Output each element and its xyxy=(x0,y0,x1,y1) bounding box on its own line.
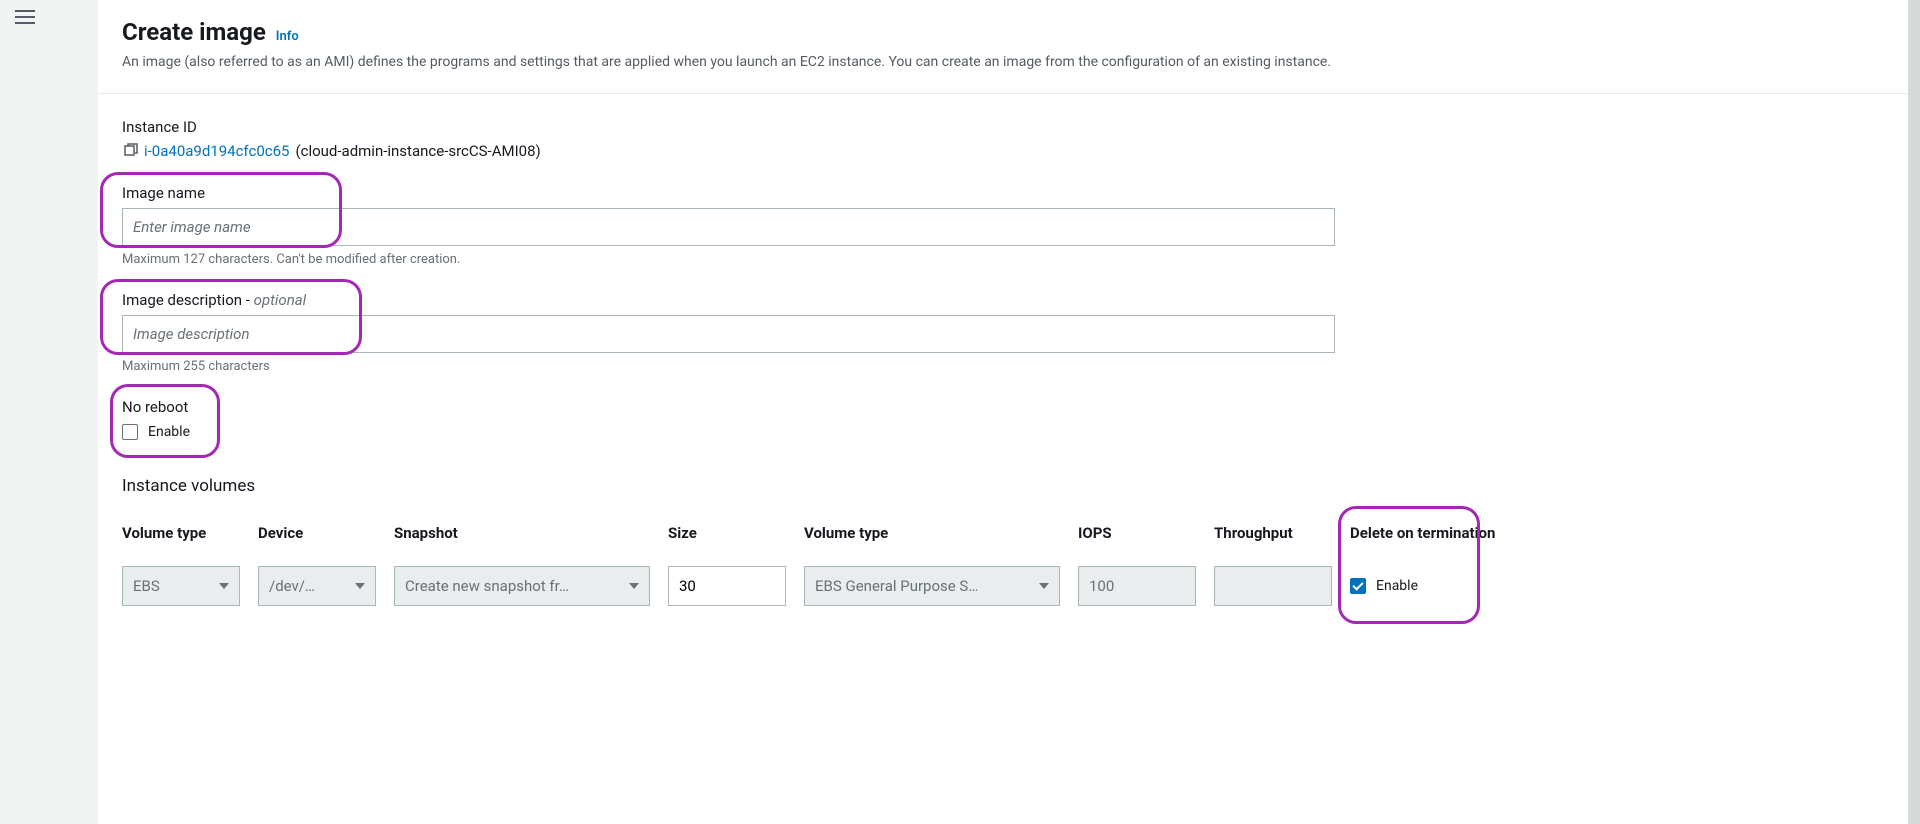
no-reboot-checkbox[interactable] xyxy=(122,424,138,440)
image-description-group: Image description - optional Maximum 255… xyxy=(122,291,1884,374)
copy-icon[interactable] xyxy=(122,143,138,159)
row-throughput-value xyxy=(1214,566,1332,606)
instance-id-group: Instance ID i-0a40a9d194cfc0c65 (cloud-a… xyxy=(122,118,1884,160)
row-delete-on-termination[interactable]: Enable xyxy=(1350,566,1500,606)
caret-down-icon xyxy=(355,583,365,589)
row-volume-type-1-select: EBS xyxy=(122,566,240,606)
row-device-select: /dev/… xyxy=(258,566,376,606)
instance-id-link[interactable]: i-0a40a9d194cfc0c65 xyxy=(144,142,289,160)
col-iops: IOPS xyxy=(1078,524,1196,544)
image-name-label: Image name xyxy=(122,184,1884,202)
no-reboot-group: No reboot Enable xyxy=(122,398,1884,440)
row-snapshot-select: Create new snapshot fr… xyxy=(394,566,650,606)
delete-on-term-label: Enable xyxy=(1376,578,1418,594)
caret-down-icon xyxy=(629,583,639,589)
page-subtitle: An image (also referred to as an AMI) de… xyxy=(122,52,1884,73)
image-name-helper: Maximum 127 characters. Can't be modifie… xyxy=(122,252,1884,267)
image-name-group: Image name Maximum 127 characters. Can't… xyxy=(122,184,1884,267)
col-device: Device xyxy=(258,524,376,544)
page-title: Create image xyxy=(122,18,266,46)
image-description-label: Image description - optional xyxy=(122,291,1884,309)
delete-on-term-checkbox[interactable] xyxy=(1350,578,1366,594)
image-description-helper: Maximum 255 characters xyxy=(122,359,1884,374)
col-volume-type-2: Volume type xyxy=(804,524,1060,544)
no-reboot-label: No reboot xyxy=(122,398,1884,416)
image-name-input[interactable] xyxy=(122,208,1335,246)
instance-name-suffix: (cloud-admin-instance-srcCS-AMI08) xyxy=(295,142,540,160)
info-link[interactable]: Info xyxy=(276,29,299,44)
menu-toggle-icon[interactable] xyxy=(15,5,39,29)
image-description-input[interactable] xyxy=(122,315,1335,353)
col-volume-type-1: Volume type xyxy=(122,524,240,544)
no-reboot-checkbox-label: Enable xyxy=(148,424,190,440)
row-volume-type-2-select: EBS General Purpose S… xyxy=(804,566,1060,606)
instance-volumes-title: Instance volumes xyxy=(122,476,1884,496)
scrollbar[interactable] xyxy=(1908,0,1920,824)
col-throughput: Throughput xyxy=(1214,524,1332,544)
col-size: Size xyxy=(668,524,786,544)
row-iops-value: 100 xyxy=(1078,566,1196,606)
caret-down-icon xyxy=(1039,583,1049,589)
highlight-no-reboot xyxy=(110,384,220,458)
col-delete-on-termination: Delete on termination xyxy=(1350,524,1500,544)
instance-id-label: Instance ID xyxy=(122,118,1884,136)
volumes-table: Volume type Device Snapshot Size Volume … xyxy=(122,524,1884,606)
caret-down-icon xyxy=(219,583,229,589)
row-size-input[interactable] xyxy=(668,566,786,606)
col-snapshot: Snapshot xyxy=(394,524,650,544)
